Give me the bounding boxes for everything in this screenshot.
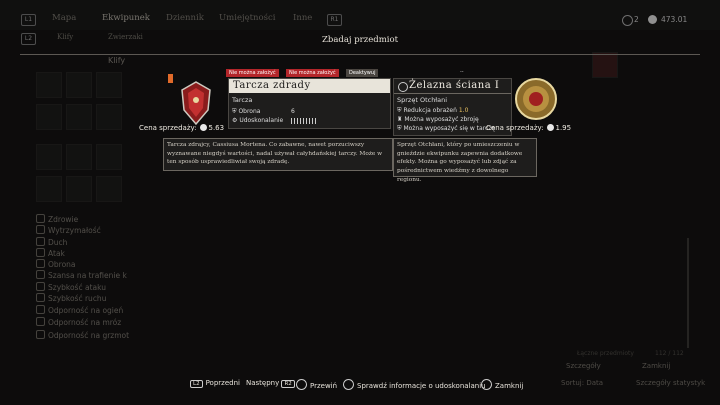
shield-icon: ⛨: [232, 108, 237, 115]
upgrade-level-bar: [291, 118, 317, 124]
shield-icon: ⛨: [397, 125, 402, 132]
sell-price: Cena sprzedaży: 1.95: [486, 124, 572, 132]
cannot-equip-badge: Nie można założyć: [226, 69, 279, 77]
sell-price: Cena sprzedaży: 5.63: [139, 124, 225, 132]
circle-button-icon: [481, 379, 492, 390]
next-item-button[interactable]: Następny R2: [246, 379, 298, 388]
rarity-marker: [168, 74, 173, 83]
stat-row: ⛨ Obrona: [232, 108, 261, 115]
equip-armor-row: ♜ Można wyposażyć zbroję: [397, 116, 479, 123]
armor-icon: ♜: [397, 116, 403, 123]
dots: ··: [460, 69, 464, 76]
triangle-button-icon: [343, 379, 354, 390]
prev-item-button[interactable]: L2 Poprzedni: [190, 379, 240, 388]
equip-shield-row: ⛨ Można wyposażyć się w tarczę: [397, 125, 496, 132]
upgrade-row: ⚙ Udoskonalanie: [232, 117, 284, 124]
abyss-icon: [398, 82, 408, 92]
abyss-gear-image: [513, 76, 559, 122]
modal-title: Zbadaj przedmiot: [321, 35, 399, 45]
item-description: Sprzęt Otchłani, który po umieszczeniu w…: [393, 138, 537, 183]
item-name: Żelazna ściana I: [409, 80, 500, 91]
cannot-equip-badge: Nie można założyć: [286, 69, 339, 77]
coin-icon: [546, 124, 554, 131]
item-description: Tarcza zdrajcy, Cassiusa Mortena. Co zab…: [163, 138, 393, 171]
bg-stats-hint: Szczegóły statystyk: [636, 379, 706, 387]
item-name: Tarcza zdrady: [233, 80, 311, 91]
modal-divider: [20, 54, 700, 55]
upgrade-info-button[interactable]: Sprawdź informacje o udoskonalaniu: [343, 379, 486, 390]
damage-reduction-row: ⛨ Redukcja obrażeń 1.0: [397, 107, 469, 114]
item-details-panel: Tarcza zdrady Tarcza ⛨ Obrona 6 ⚙ Udosko…: [228, 78, 391, 129]
item-type: Sprzęt Otchłani: [397, 96, 448, 104]
bg-details-hint: Szczegóły: [566, 362, 601, 370]
modal-overlay: [0, 0, 720, 405]
right-stick-icon: [296, 379, 307, 390]
stat-value: 6: [291, 108, 295, 115]
coin-icon: [199, 124, 207, 131]
item-type: Tarcza: [232, 96, 253, 104]
bg-sort-hint: Sortuj: Data: [561, 379, 604, 387]
divider: [394, 93, 511, 94]
shield-icon: ⛨: [397, 107, 402, 114]
gear-icon: ⚙: [232, 117, 238, 124]
bg-close-hint: Zamknij: [642, 362, 671, 370]
deactivate-badge: Deaktywuj: [346, 69, 379, 77]
scroll-hint[interactable]: Przewiń: [296, 379, 337, 390]
shield-item-image: [178, 80, 214, 126]
close-button[interactable]: Zamknij: [481, 379, 523, 390]
